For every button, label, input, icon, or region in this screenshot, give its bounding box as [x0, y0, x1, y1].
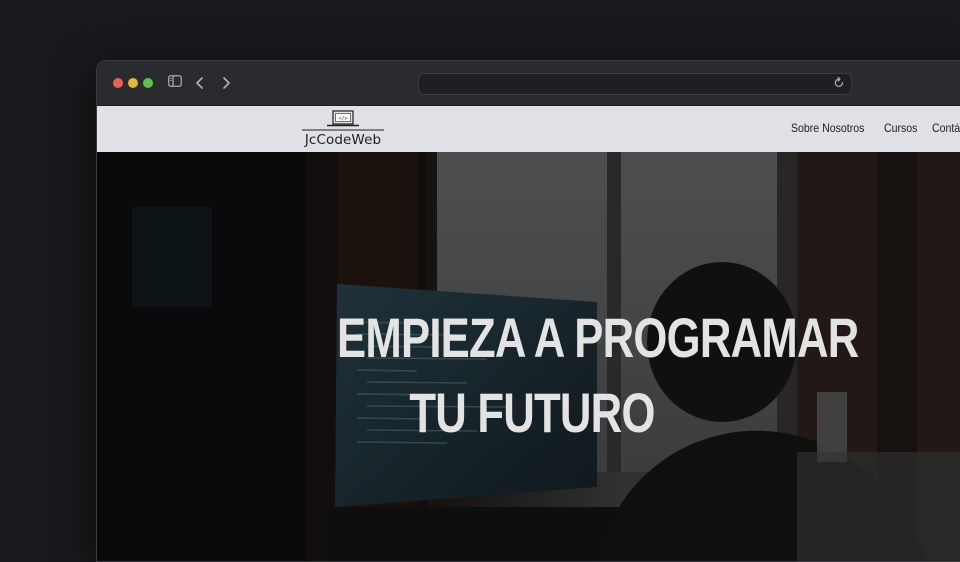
- logo-text: JcCodeWeb: [304, 132, 382, 148]
- laptop-logo-icon: </>: [302, 110, 384, 131]
- nav-menu: Sobre Nosotros Cursos Contáctanos: [791, 121, 960, 135]
- browser-toolbar: [97, 61, 960, 106]
- nav-link-cursos[interactable]: Cursos: [884, 121, 917, 135]
- nav-link-sobre-nosotros[interactable]: Sobre Nosotros: [791, 121, 864, 135]
- zoom-window-button[interactable]: [143, 78, 153, 88]
- hero-title-line-2: TU FUTURO: [409, 381, 655, 444]
- site-navbar: </> JcCodeWeb Sobre Nosotros Cursos Cont…: [97, 106, 960, 152]
- back-icon[interactable]: [195, 73, 205, 93]
- sidebar-icon[interactable]: [168, 75, 182, 87]
- forward-icon[interactable]: [221, 73, 231, 93]
- site-logo[interactable]: </> JcCodeWeb: [302, 109, 384, 149]
- hero-title-line-1: EMPIEZA A PROGRAMAR: [337, 306, 859, 369]
- close-window-button[interactable]: [113, 78, 123, 88]
- reload-icon[interactable]: [833, 76, 845, 90]
- nav-link-contactanos[interactable]: Contáctanos: [932, 121, 960, 135]
- minimize-window-button[interactable]: [128, 78, 138, 88]
- svg-text:</>: </>: [338, 116, 347, 122]
- browser-window: </> JcCodeWeb Sobre Nosotros Cursos Cont…: [96, 60, 960, 562]
- hero-title: EMPIEZA A PROGRAMAR TU FUTURO: [282, 300, 859, 450]
- address-bar[interactable]: [418, 73, 852, 95]
- hero-section: EMPIEZA A PROGRAMAR TU FUTURO: [97, 152, 960, 561]
